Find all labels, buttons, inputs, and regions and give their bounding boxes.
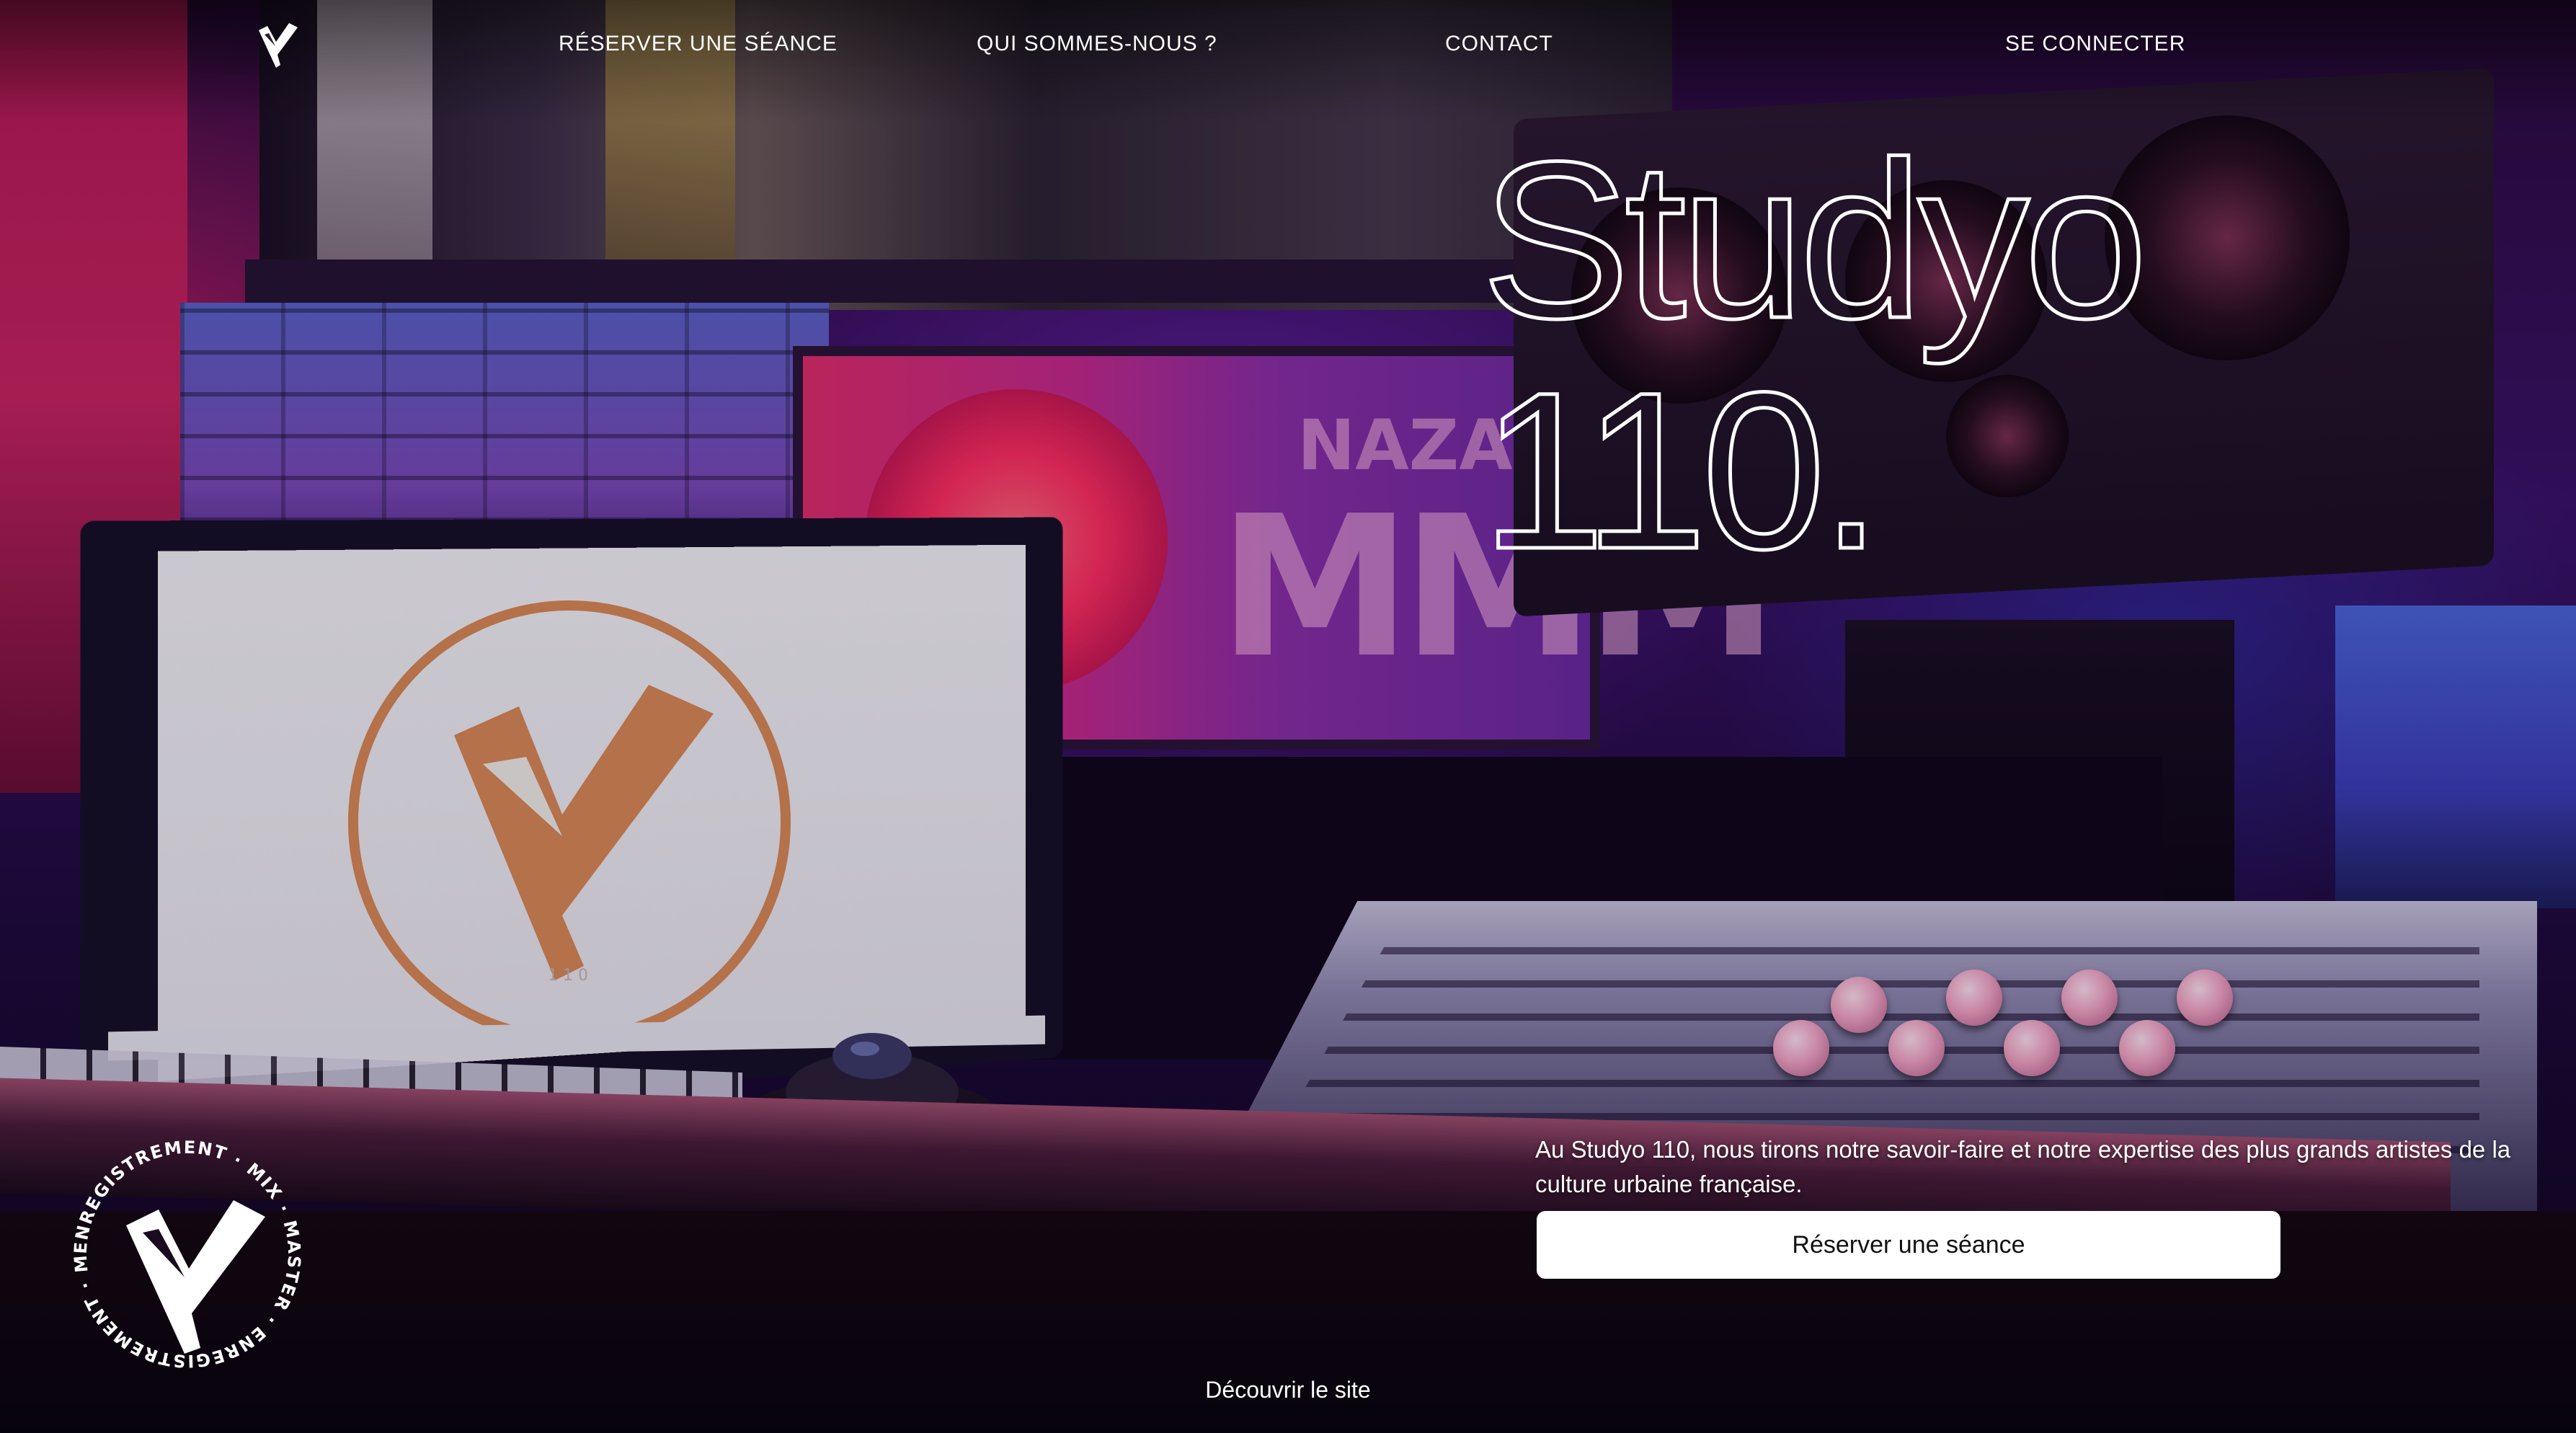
nav-link-contact[interactable]: CONTACT xyxy=(1445,32,1553,56)
nav-backdrop xyxy=(0,0,2576,123)
hero-title-line1: Studyo xyxy=(1481,123,2142,366)
nav-link-login[interactable]: SE CONNECTER xyxy=(2005,32,2185,56)
hero-title: Studyo 110. xyxy=(1481,123,2150,569)
studyo-110-logo-icon[interactable] xyxy=(256,20,301,71)
nav-link-book-session[interactable]: RÉSERVER UNE SÉANCE xyxy=(559,32,838,56)
studyo-110-monogram-icon xyxy=(126,1200,265,1354)
discover-site-link[interactable]: Découvrir le site xyxy=(0,1377,2576,1403)
nav-link-about[interactable]: QUI SOMMES-NOUS ? xyxy=(977,32,1217,56)
book-session-button[interactable]: Réserver une séance xyxy=(1537,1211,2280,1279)
hero-description: Au Studyo 110, nous tirons notre savoir-… xyxy=(1535,1136,2511,1197)
hero-section: NAZA MMM 1 1 0 RÉSERVER UNE SÉANCE QUI S… xyxy=(0,0,2576,1433)
hero-title-line2: 110. xyxy=(1481,345,1876,569)
services-badge: ENREGISTREMENT · MIX · MASTER · ENREGIST… xyxy=(58,1124,303,1371)
